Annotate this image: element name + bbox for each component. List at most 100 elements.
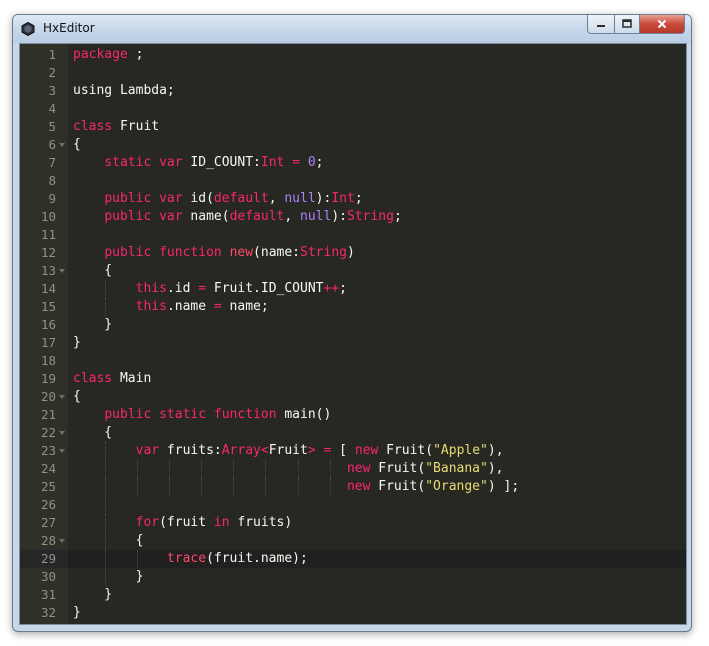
code-text: this.id = Fruit.ID_COUNT++;: [73, 280, 347, 298]
code-line[interactable]: 18: [20, 352, 686, 370]
line-number-text: 32: [40, 605, 56, 620]
code-token: name(: [182, 209, 230, 224]
code-line[interactable]: 14 this.id = Fruit.ID_COUNT++;: [20, 280, 686, 298]
title-bar[interactable]: HxEditor: [13, 15, 691, 43]
code-line[interactable]: 21 public static function main(): [20, 406, 686, 424]
code-token: ;: [339, 281, 347, 296]
code-token: new: [346, 479, 371, 494]
line-number-text: 7: [48, 155, 56, 170]
code-line[interactable]: 3 using Lambda;: [20, 82, 686, 100]
code-token: .name: [166, 299, 214, 314]
code-line[interactable]: 27 for(fruit in fruits): [20, 514, 686, 532]
code-token: Fruit(: [378, 443, 434, 458]
line-number-text: 5: [48, 119, 56, 134]
code-token: (name:: [253, 245, 301, 260]
code-token: Int: [260, 155, 285, 170]
code-token: ;: [315, 155, 324, 170]
code-text: public static function main(): [73, 406, 331, 424]
maximize-icon: [622, 19, 632, 28]
code-line[interactable]: 16 }: [20, 316, 686, 334]
code-line[interactable]: 19 class Main: [20, 370, 686, 388]
fold-arrow-icon[interactable]: [58, 388, 65, 406]
code-line[interactable]: 24 new Fruit("Banana"),: [20, 460, 686, 478]
code-line[interactable]: 11: [20, 226, 686, 244]
code-token: {: [73, 425, 113, 440]
code-editor[interactable]: 1 package ; 2 3 using Lambda; 4 5 class Fruit 6{…: [19, 43, 687, 625]
code-token: Fruit: [112, 119, 160, 134]
code-text: {: [73, 424, 112, 442]
line-number-text: 23: [40, 443, 56, 458]
line-number-text: 24: [40, 461, 56, 476]
line-number-text: 9: [48, 191, 56, 206]
code-line[interactable]: 20 {: [20, 388, 686, 406]
line-number: 6: [20, 136, 68, 154]
code-line[interactable]: 10 public var name(default, null):String…: [20, 208, 686, 226]
window-controls: [587, 15, 685, 35]
code-line[interactable]: 7 static var ID_COUNT:Int = 0;: [20, 154, 686, 172]
code-line[interactable]: 31 }: [20, 586, 686, 604]
code-line[interactable]: 2: [20, 64, 686, 82]
code-token: Array: [221, 443, 261, 458]
code-line[interactable]: 17}: [20, 334, 686, 352]
fold-arrow-icon[interactable]: [58, 136, 65, 154]
code-token: this: [135, 299, 167, 314]
indent-guide: [105, 496, 107, 514]
code-line[interactable]: 1 package ;: [20, 46, 686, 64]
code-line[interactable]: 32}: [20, 604, 686, 622]
code-token: ,: [284, 209, 301, 224]
code-token: {: [73, 389, 81, 404]
app-window: HxEditor 1 package ; 2 3 using Lambda; 4 5 clas…: [12, 14, 692, 632]
code-line[interactable]: 4: [20, 100, 686, 118]
code-token: ) ];: [487, 479, 520, 494]
code-token: "Apple": [433, 443, 488, 458]
code-lines[interactable]: 1 package ; 2 3 using Lambda; 4 5 class Fruit 6{…: [20, 46, 686, 622]
line-number-text: 10: [40, 209, 56, 224]
fold-arrow-icon[interactable]: [58, 532, 65, 550]
code-line[interactable]: 23 var fruits:Array<Fruit> = [ new Fruit…: [20, 442, 686, 460]
code-token: main(): [276, 407, 332, 422]
code-line[interactable]: 30 }: [20, 568, 686, 586]
code-token: fruits): [229, 515, 293, 530]
code-line[interactable]: 15 this.name = name;: [20, 298, 686, 316]
code-line[interactable]: 26: [20, 496, 686, 514]
code-text: }: [73, 586, 112, 604]
code-line[interactable]: 13 {: [20, 262, 686, 280]
minimize-button[interactable]: [587, 15, 615, 34]
code-line[interactable]: 6{: [20, 136, 686, 154]
maximize-button[interactable]: [615, 15, 640, 34]
code-token: ID_COUNT:: [182, 155, 261, 170]
code-token: }: [73, 335, 81, 350]
code-line[interactable]: 25 new Fruit("Orange") ];: [20, 478, 686, 496]
code-text: for(fruit in fruits): [73, 514, 293, 532]
code-text: class Fruit: [73, 118, 159, 136]
line-number: 21: [20, 406, 68, 424]
code-line[interactable]: 29 trace(fruit.name);: [20, 550, 686, 568]
code-line[interactable]: 22 {: [20, 424, 686, 442]
line-number: 2: [20, 64, 68, 82]
fold-arrow-icon[interactable]: [58, 424, 65, 442]
fold-arrow-icon[interactable]: [58, 442, 65, 460]
code-token: ): [346, 245, 355, 260]
code-token: trace: [166, 551, 207, 566]
code-line[interactable]: 28 {: [20, 532, 686, 550]
close-button[interactable]: [640, 15, 685, 34]
line-number: 3: [20, 82, 68, 100]
code-text: this.name = name;: [73, 298, 269, 316]
code-token: .id: [166, 281, 199, 296]
code-line[interactable]: 12 public function new(name:String): [20, 244, 686, 262]
fold-arrow-icon[interactable]: [58, 262, 65, 280]
code-line[interactable]: 8: [20, 172, 686, 190]
line-number-text: 14: [40, 281, 56, 296]
line-number-text: 2: [48, 65, 56, 80]
code-line[interactable]: 9 public var id(default, null):Int;: [20, 190, 686, 208]
code-line[interactable]: 5 class Fruit: [20, 118, 686, 136]
hexagon-icon: [21, 22, 35, 36]
line-number: 25: [20, 478, 68, 496]
